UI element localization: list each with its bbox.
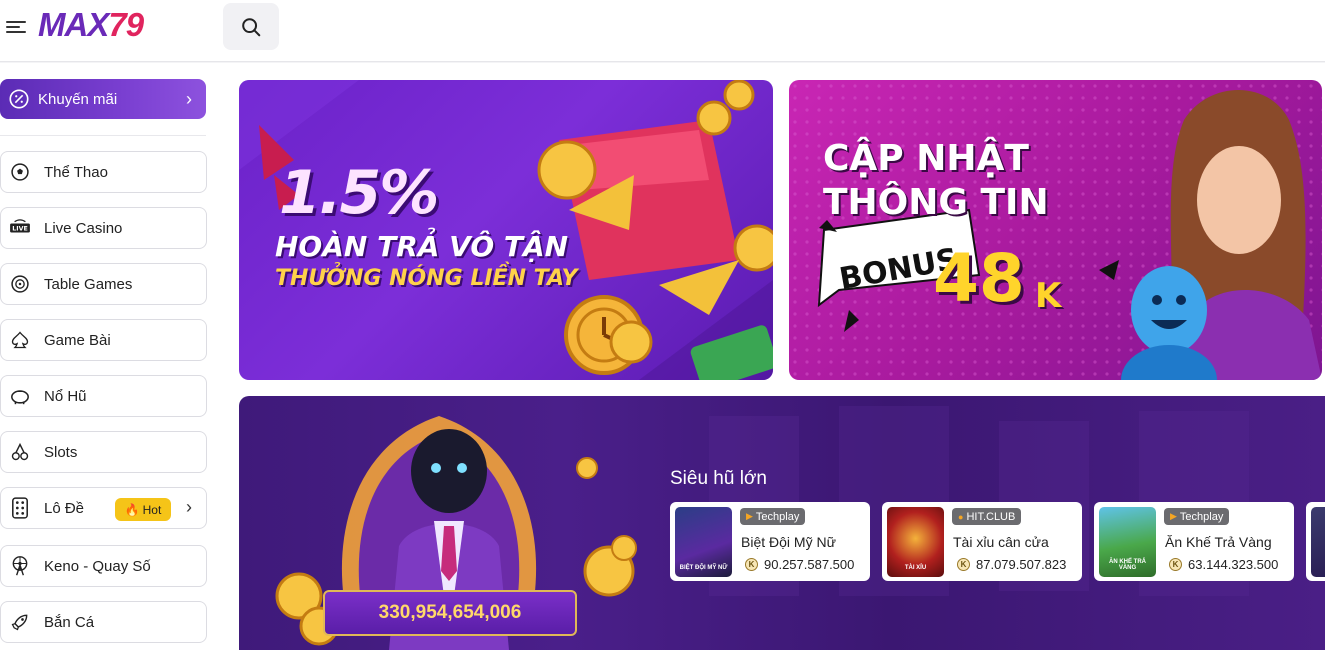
jackpot-game-card[interactable]: BIỆT ĐỘI MỸ NỮ ▶ Techplay Biệt Đội Mỹ Nữ …	[670, 502, 870, 581]
jackpot-game-card[interactable]: TÀI XỈU ● HIT.CLUB Tài xỉu cân cửa K 87.0…	[882, 502, 1082, 581]
top-bar: MAX79	[0, 0, 1325, 62]
sidebar-item-lottery[interactable]: Lô Đề 🔥 Hot ›	[0, 487, 207, 529]
sidebar-item-label: Thể Thao	[44, 163, 108, 181]
coin-icon: K	[957, 558, 970, 571]
promo-banner-cashback[interactable]: 1.5% HOÀN TRẢ VÔ TẬN THƯỞNG NÓNG LIỀN TA…	[239, 80, 773, 380]
sidebar-item-fishing[interactable]: Bắn Cá	[0, 601, 207, 643]
provider-icon: ●	[958, 511, 964, 522]
search-icon	[242, 17, 261, 36]
sidebar-item-label: Live Casino	[44, 219, 123, 237]
divider	[0, 135, 206, 136]
piggy-bank-icon	[9, 385, 31, 407]
game-jackpot-value: 63.144.323.500	[1188, 557, 1279, 572]
promo-label: Khuyến mãi	[38, 90, 118, 108]
provider-icon: ▶	[1170, 511, 1177, 521]
jackpot-pool-value: 330,954,654,006	[323, 590, 577, 636]
game-thumbnail	[1311, 507, 1325, 577]
game-name: Biệt Đội Mỹ Nữ	[741, 534, 836, 550]
game-thumbnail: ĂN KHẾ TRẢ VÀNG	[1099, 507, 1156, 577]
site-logo[interactable]: MAX79	[38, 6, 144, 44]
chevron-right-icon: ›	[186, 497, 192, 517]
bonus-illustration	[789, 80, 1322, 380]
bonus-headline-2: THÔNG TIN	[823, 182, 1049, 223]
bonus-headline-1: CẬP NHẬT	[823, 138, 1029, 179]
sidebar-item-keno[interactable]: Keno - Quay Số	[0, 545, 207, 587]
promo-banner-bonus[interactable]: CẬP NHẬT THÔNG TIN BONUS 48 K	[789, 80, 1322, 380]
sidebar-item-label: Slots	[44, 443, 78, 461]
provider-badge: ▶ Techplay	[1164, 508, 1230, 525]
hot-badge: 🔥 Hot	[115, 498, 171, 521]
coin-icon: K	[745, 558, 758, 571]
game-jackpot-value: 90.257.587.500	[764, 557, 855, 572]
hamburger-menu-icon[interactable]	[6, 18, 26, 38]
provider-badge: ▶ Techplay	[740, 508, 806, 525]
cherry-icon	[9, 441, 31, 463]
soccer-ball-icon	[9, 161, 31, 183]
bonus-unit: K	[1035, 276, 1062, 316]
fire-icon: 🔥	[124, 502, 140, 517]
sidebar-item-live-casino[interactable]: LIVE Live Casino	[0, 207, 207, 249]
sidebar-item-label: Lô Đề	[44, 499, 85, 517]
game-thumbnail: TÀI XỈU	[887, 507, 944, 577]
cashback-headline: HOÀN TRẢ VÔ TẬN	[275, 230, 569, 263]
chevron-right-icon: ›	[186, 89, 192, 109]
jackpot-section: 330,954,654,006 Siêu hũ lớn BIỆT ĐỘI MỸ …	[239, 396, 1325, 650]
game-name: Tài xỉu cân cửa	[953, 534, 1049, 550]
game-thumbnail: BIỆT ĐỘI MỸ NỮ	[675, 507, 732, 577]
rocket-icon	[9, 611, 31, 633]
cashback-percent: 1.5%	[279, 158, 439, 228]
provider-icon: ▶	[746, 511, 753, 521]
discount-icon	[9, 89, 29, 109]
sidebar-item-label: Keno - Quay Số	[44, 557, 151, 575]
svg-text:LIVE: LIVE	[12, 226, 28, 233]
sidebar-item-sports[interactable]: Thể Thao	[0, 151, 207, 193]
live-icon: LIVE	[9, 217, 31, 239]
sidebar-item-promotions[interactable]: Khuyến mãi ›	[0, 79, 206, 119]
dice-icon	[9, 497, 31, 519]
game-name: Ăn Khế Trả Vàng	[1165, 534, 1272, 550]
sidebar: Khuyến mãi › Thể Thao LIVE Live Casino T…	[0, 63, 223, 650]
bonus-amount: 48	[933, 240, 1025, 317]
sidebar-item-label: Table Games	[44, 275, 133, 293]
provider-badge: ● HIT.CLUB	[952, 508, 1022, 525]
sidebar-item-label: Bắn Cá	[44, 613, 95, 631]
sidebar-item-card-games[interactable]: Game Bài	[0, 319, 207, 361]
ferris-wheel-icon	[9, 555, 31, 577]
coin-icon: K	[1169, 558, 1182, 571]
jackpot-title: Siêu hũ lớn	[670, 468, 767, 489]
jackpot-game-card-partial[interactable]	[1306, 502, 1325, 581]
sidebar-item-slots[interactable]: Slots	[0, 431, 207, 473]
main-content: 1.5% HOÀN TRẢ VÔ TẬN THƯỞNG NÓNG LIỀN TA…	[223, 63, 1325, 650]
search-button[interactable]	[223, 3, 279, 50]
sidebar-item-label: Nổ Hũ	[44, 387, 87, 405]
spade-icon	[9, 329, 31, 351]
cashback-subline: THƯỞNG NÓNG LIỀN TAY	[275, 266, 578, 291]
sidebar-item-label: Game Bài	[44, 331, 111, 349]
roulette-icon	[9, 273, 31, 295]
jackpot-game-card[interactable]: ĂN KHẾ TRẢ VÀNG ▶ Techplay Ăn Khế Trả Vàn…	[1094, 502, 1294, 581]
sidebar-item-jackpot[interactable]: Nổ Hũ	[0, 375, 207, 417]
sidebar-item-table-games[interactable]: Table Games	[0, 263, 207, 305]
game-jackpot-value: 87.079.507.823	[976, 557, 1067, 572]
